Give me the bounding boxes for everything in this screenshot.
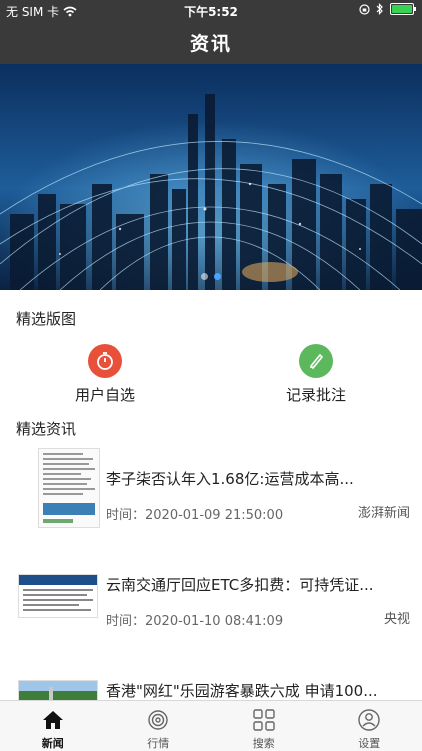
tab-news[interactable]: 新闻	[0, 701, 106, 751]
news-title: 香港"网红"乐园游客暴跌六成 申请100...	[106, 680, 396, 701]
grid-icon	[252, 709, 276, 731]
news-time: 时间：2020-01-09 21:50:00	[106, 504, 283, 523]
news-source: 澎湃新闻	[358, 502, 410, 521]
record-notes-label: 记录批注	[246, 384, 386, 405]
banner-carousel[interactable]	[0, 64, 422, 290]
tab-search[interactable]: 搜索	[211, 701, 317, 751]
news-thumbnail	[18, 574, 98, 618]
news-time-prefix: 时间：	[106, 614, 145, 629]
rotation-lock-icon	[359, 4, 370, 15]
battery-icon	[390, 3, 414, 15]
news-section-title: 精选资讯	[16, 418, 76, 439]
news-time-value: 2020-01-09 21:50:00	[145, 508, 283, 523]
pen-icon	[299, 344, 333, 378]
news-title: 李子柒否认年入1.68亿:运营成本高...	[106, 468, 396, 489]
news-thumbnail	[38, 448, 100, 528]
radar-icon	[146, 709, 170, 731]
home-icon	[41, 709, 65, 731]
nav-bar: 资讯	[0, 20, 422, 64]
bluetooth-icon	[376, 3, 384, 15]
status-bar: 无 SIM 卡 下午5:52	[0, 0, 422, 20]
record-notes-button[interactable]: 记录批注	[246, 344, 386, 405]
user-watchlist-button[interactable]: 用户自选	[35, 344, 175, 405]
banner-image	[0, 64, 422, 290]
tab-market-label: 行情	[147, 735, 169, 751]
carousel-dot[interactable]	[201, 273, 208, 280]
stopwatch-icon	[88, 344, 122, 378]
tab-market[interactable]: 行情	[106, 701, 212, 751]
featured-section-title: 精选版图	[16, 308, 76, 329]
news-title: 云南交通厅回应ETC多扣费：可持凭证...	[106, 574, 396, 595]
news-time: 时间：2020-01-10 08:41:09	[106, 610, 283, 629]
tab-settings[interactable]: 设置	[317, 701, 422, 751]
status-icons	[359, 3, 414, 15]
news-time-prefix: 时间：	[106, 508, 145, 523]
user-watchlist-label: 用户自选	[35, 384, 175, 405]
page-title: 资讯	[190, 29, 232, 56]
carousel-dot-active[interactable]	[214, 273, 221, 280]
carousel-dots	[0, 273, 422, 280]
news-time-value: 2020-01-10 08:41:09	[145, 614, 283, 629]
news-source: 央视	[384, 608, 410, 627]
tab-bar: 新闻 行情 搜索 设置	[0, 700, 422, 751]
tab-settings-label: 设置	[358, 735, 380, 751]
tab-search-label: 搜索	[253, 735, 275, 751]
user-icon	[357, 709, 381, 731]
tab-news-label: 新闻	[42, 735, 64, 751]
